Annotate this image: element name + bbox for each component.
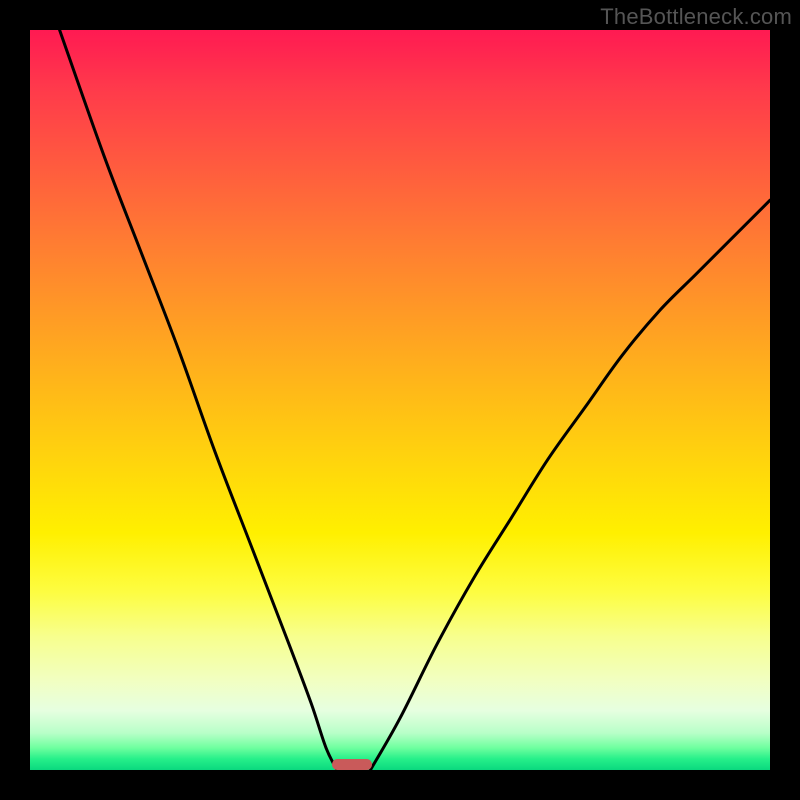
right-branch-curve [370,200,770,770]
watermark-text: TheBottleneck.com [600,4,792,30]
optimal-marker [332,759,372,770]
chart-frame: TheBottleneck.com [0,0,800,800]
plot-area [30,30,770,770]
left-branch-curve [60,30,338,770]
curve-layer [30,30,770,770]
